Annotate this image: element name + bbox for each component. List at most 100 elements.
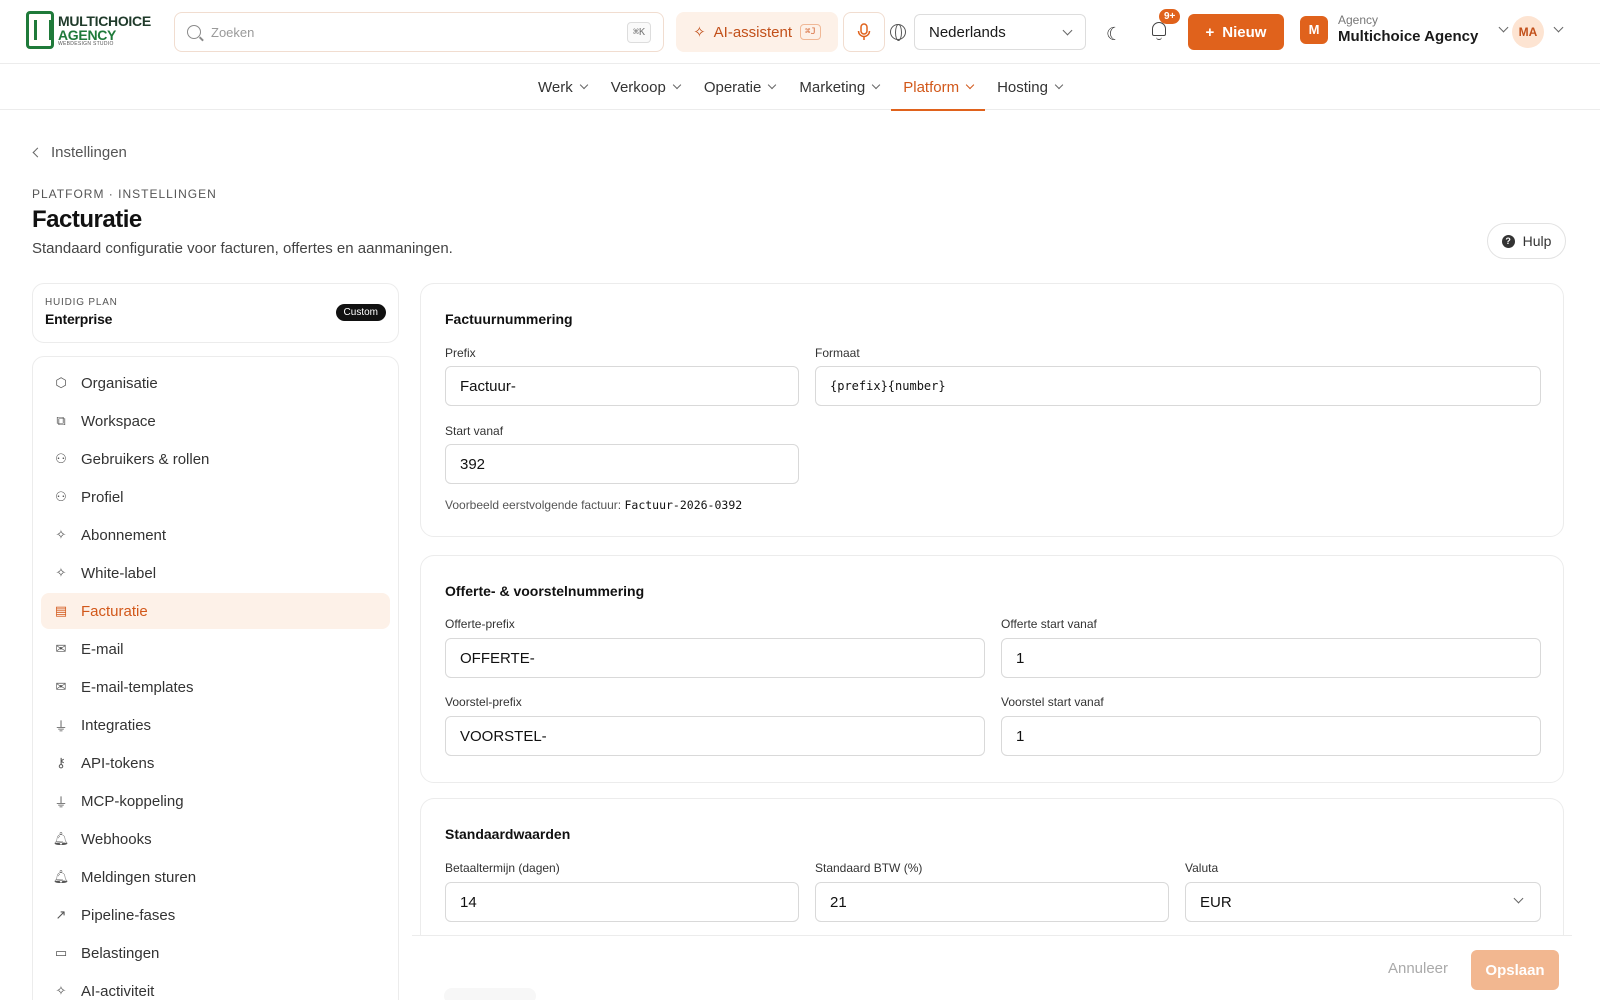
card-title: Factuurnummering bbox=[445, 311, 573, 327]
ai-shortcut: ⌘J bbox=[800, 24, 821, 40]
nav-platform[interactable]: Platform bbox=[891, 64, 985, 111]
sidebar-item-abonnement[interactable]: ✧ Abonnement bbox=[41, 517, 390, 553]
proposal-prefix-label: Voorstel-prefix bbox=[445, 695, 522, 709]
brand-line-3: WEBDESIGN STUDIO bbox=[58, 40, 114, 47]
prefix-input[interactable]: Factuur- bbox=[445, 366, 799, 406]
sidebar-item-pipeline[interactable]: ↗ Pipeline-fases bbox=[41, 897, 390, 933]
mail-icon: ✉ bbox=[55, 679, 67, 694]
page-eyebrow: PLATFORM · INSTELLINGEN bbox=[32, 187, 217, 201]
proposal-prefix-input[interactable]: VOORSTEL- bbox=[445, 716, 985, 756]
sidebar-item-organisatie[interactable]: ⬡ Organisatie bbox=[41, 365, 390, 401]
agency-caption: Agency bbox=[1338, 13, 1379, 27]
new-button-label: Nieuw bbox=[1222, 23, 1267, 41]
agency-name: Multichoice Agency bbox=[1338, 27, 1479, 45]
plug-icon: ⏚ bbox=[54, 794, 68, 810]
top-bar: MULTICHOICE AGENCY WEBDESIGN STUDIO ⌘K ✧… bbox=[0, 0, 1600, 64]
defaults-card: Standaardwaarden Betaaltermijn (dagen) 1… bbox=[420, 798, 1564, 935]
trend-icon: ↗ bbox=[55, 907, 67, 922]
help-button[interactable]: ? Hulp bbox=[1487, 223, 1566, 259]
sidebar-item-mcp[interactable]: ⏚ MCP-koppeling bbox=[41, 783, 390, 819]
wallet-icon: ▭ bbox=[54, 945, 68, 960]
quote-start-input[interactable]: 1 bbox=[1001, 638, 1541, 678]
sidebar-item-profiel[interactable]: ⚇ Profiel bbox=[41, 479, 390, 515]
sidebar-item-email[interactable]: ✉ E-mail bbox=[41, 631, 390, 667]
page-title: Facturatie bbox=[32, 206, 142, 233]
nav-marketing[interactable]: Marketing bbox=[787, 64, 891, 110]
quote-prefix-input[interactable]: OFFERTE- bbox=[445, 638, 985, 678]
microphone-icon bbox=[857, 23, 871, 40]
sidebar-item-workspace[interactable]: ⧉ Workspace bbox=[41, 403, 390, 439]
windows-icon: ⧉ bbox=[56, 413, 66, 428]
sidebar-item-integraties[interactable]: ⏚ Integraties bbox=[41, 707, 390, 743]
payment-term-label: Betaaltermijn (dagen) bbox=[445, 861, 560, 875]
help-label: Hulp bbox=[1522, 233, 1552, 249]
chevron-down-icon bbox=[768, 80, 777, 90]
plan-name: Enterprise bbox=[45, 311, 113, 327]
users-icon: ⚇ bbox=[55, 489, 67, 504]
cube-icon: ⬡ bbox=[55, 375, 67, 390]
agency-switcher[interactable]: M Agency Multichoice Agency bbox=[1300, 13, 1509, 45]
sidebar-item-meldingen[interactable]: 🔔︎ Meldingen sturen bbox=[41, 859, 390, 895]
currency-value: EUR bbox=[1200, 893, 1232, 911]
search-shortcut: ⌘K bbox=[626, 21, 651, 43]
notification-count-badge: 9+ bbox=[1159, 9, 1181, 24]
breadcrumb[interactable]: Instellingen bbox=[32, 144, 127, 161]
voice-input-button[interactable] bbox=[843, 12, 885, 52]
settings-sidebar: ⬡ Organisatie ⧉ Workspace ⚇ Gebruikers &… bbox=[32, 356, 399, 1000]
nav-verkoop[interactable]: Verkoop bbox=[599, 64, 692, 110]
chevron-left-icon bbox=[32, 147, 43, 158]
invoice-example: Voorbeeld eerstvolgende factuur: Factuur… bbox=[445, 498, 742, 512]
help-icon: ? bbox=[1501, 234, 1515, 248]
currency-select[interactable]: EUR bbox=[1185, 882, 1541, 922]
save-button[interactable]: Opslaan bbox=[1471, 950, 1559, 990]
brand-logo[interactable]: MULTICHOICE AGENCY WEBDESIGN STUDIO bbox=[26, 10, 156, 50]
plus-icon: + bbox=[1205, 23, 1215, 41]
user-avatar[interactable]: MA bbox=[1512, 16, 1544, 48]
card-title: Standaardwaarden bbox=[445, 826, 571, 842]
search-input[interactable] bbox=[211, 24, 627, 40]
chevron-down-icon bbox=[1498, 22, 1509, 33]
globe-icon bbox=[890, 24, 906, 41]
proposal-start-label: Voorstel start vanaf bbox=[1001, 695, 1104, 709]
users-icon: ⚇ bbox=[55, 451, 67, 466]
start-label: Start vanaf bbox=[445, 424, 504, 438]
sidebar-item-gebruikers[interactable]: ⚇ Gebruikers & rollen bbox=[41, 441, 390, 477]
sidebar-item-api-tokens[interactable]: ⚷ API-tokens bbox=[41, 745, 390, 781]
sidebar-item-facturatie[interactable]: ▤ Facturatie bbox=[41, 593, 390, 629]
quote-prefix-label: Offerte-prefix bbox=[445, 617, 515, 631]
vat-input[interactable]: 21 bbox=[815, 882, 1169, 922]
cancel-button[interactable]: Annuleer bbox=[1378, 950, 1458, 986]
new-button[interactable]: + Nieuw bbox=[1188, 14, 1284, 50]
ai-assistant-button[interactable]: ✧ AI-assistent ⌘J bbox=[676, 12, 838, 52]
nav-hosting[interactable]: Hosting bbox=[985, 64, 1074, 110]
receipt-icon: ▤ bbox=[54, 603, 68, 618]
plan-label: HUIDIG PLAN bbox=[45, 297, 118, 308]
main-nav: Werk Verkoop Operatie Marketing Platform… bbox=[0, 64, 1600, 111]
global-search[interactable]: ⌘K bbox=[174, 12, 664, 52]
sidebar-item-ai-activiteit[interactable]: ✧ AI-activiteit bbox=[41, 973, 390, 1000]
chevron-down-icon[interactable] bbox=[1553, 22, 1564, 33]
proposal-start-input[interactable]: 1 bbox=[1001, 716, 1541, 756]
chevron-down-icon bbox=[965, 80, 975, 90]
start-input[interactable]: 392 bbox=[445, 444, 799, 484]
example-label: Voorbeeld eerstvolgende factuur: bbox=[445, 498, 622, 512]
sidebar-item-webhooks[interactable]: 🔔︎ Webhooks bbox=[41, 821, 390, 857]
brand-line-2: AGENCY bbox=[58, 26, 117, 43]
sidebar-item-white-label[interactable]: ✧ White-label bbox=[41, 555, 390, 591]
quote-start-label: Offerte start vanaf bbox=[1001, 617, 1097, 631]
sidebar-item-belastingen[interactable]: ▭ Belastingen bbox=[41, 935, 390, 971]
language-select[interactable]: Nederlands bbox=[914, 14, 1086, 50]
chevron-down-icon bbox=[1513, 893, 1524, 904]
sidebar-item-email-templates[interactable]: ✉ E-mail-templates bbox=[41, 669, 390, 705]
chevron-down-icon bbox=[1054, 80, 1064, 90]
dark-mode-toggle[interactable]: ☾ bbox=[1106, 24, 1122, 45]
language-value: Nederlands bbox=[929, 23, 1006, 41]
plan-badge: Custom bbox=[335, 304, 386, 321]
nav-werk[interactable]: Werk bbox=[526, 64, 599, 110]
nav-operatie[interactable]: Operatie bbox=[692, 64, 788, 110]
vat-label: Standaard BTW (%) bbox=[815, 861, 923, 875]
payment-term-input[interactable]: 14 bbox=[445, 882, 799, 922]
bell-icon bbox=[1152, 22, 1166, 36]
brand-line-1: MULTICHOICE bbox=[58, 12, 151, 29]
format-input[interactable]: {prefix}{number} bbox=[815, 366, 1541, 406]
